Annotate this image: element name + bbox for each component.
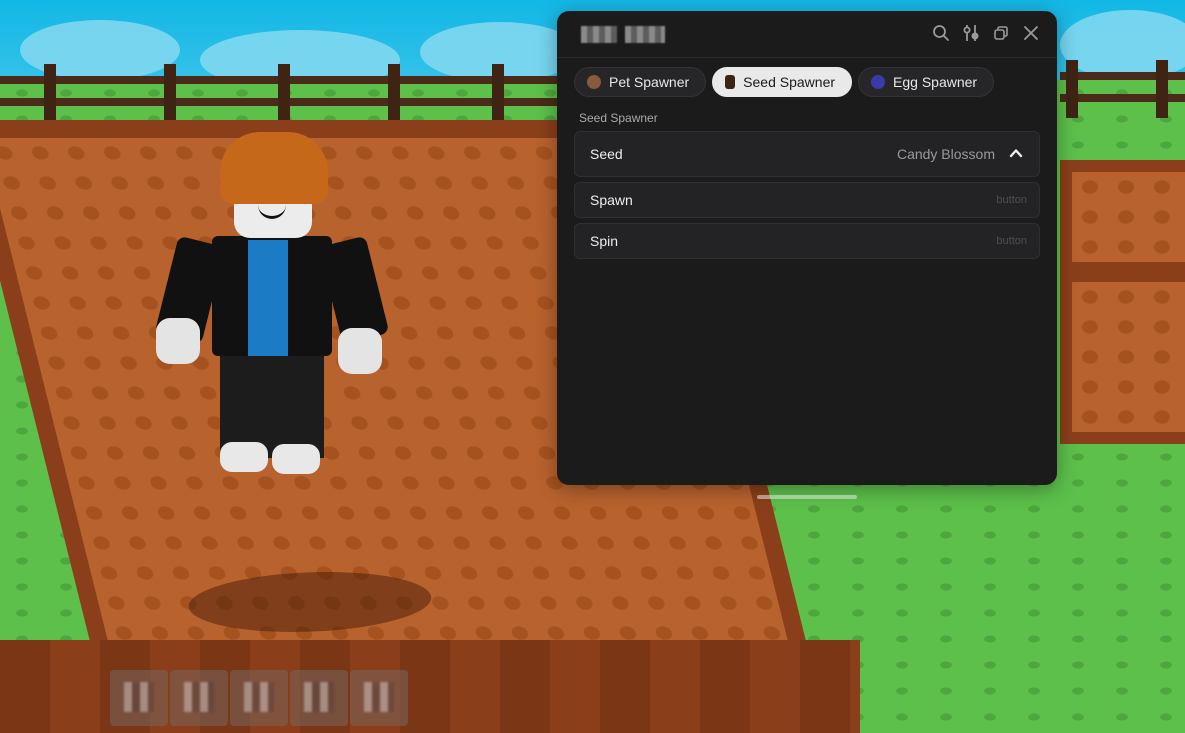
restore-window-icon[interactable]	[991, 23, 1011, 43]
seed-dropdown[interactable]: Seed Candy Blossom	[574, 131, 1040, 177]
search-icon[interactable]	[931, 23, 951, 43]
panel-header[interactable]	[557, 11, 1057, 58]
garden-plot-right-lower	[1060, 270, 1185, 444]
tab-seed-spawner[interactable]: Seed Spawner	[712, 67, 853, 97]
dropdown-selected-value: Candy Blossom	[896, 146, 995, 162]
seed-icon	[725, 75, 736, 89]
spawner-panel: Pet Spawner Seed Spawner Egg Spawner See…	[557, 11, 1057, 485]
sliders-icon[interactable]	[961, 23, 981, 43]
tab-label: Seed Spawner	[743, 74, 836, 90]
player-avatar	[150, 132, 448, 632]
hotbar-slot[interactable]	[230, 670, 288, 726]
garden-plot-right	[1060, 160, 1185, 274]
spin-button[interactable]: Spin button	[574, 223, 1040, 259]
tab-label: Egg Spawner	[893, 74, 978, 90]
dropdown-label: Seed	[590, 146, 623, 162]
tab-bar: Pet Spawner Seed Spawner Egg Spawner	[574, 67, 995, 97]
button-hint: button	[996, 194, 1027, 206]
hotbar-slot[interactable]	[110, 670, 168, 726]
hotbar-slot[interactable]	[350, 670, 408, 726]
chevron-up-icon	[1009, 146, 1023, 165]
hotbar-slot[interactable]	[290, 670, 348, 726]
hotbar-slot[interactable]	[170, 670, 228, 726]
tab-pet-spawner[interactable]: Pet Spawner	[574, 67, 707, 97]
section-label: Seed Spawner	[579, 111, 658, 125]
pet-icon	[587, 75, 601, 89]
button-hint: button	[996, 235, 1027, 247]
window-title-redacted	[581, 26, 671, 43]
hotbar	[110, 670, 408, 726]
fence-right	[1060, 60, 1185, 122]
panel-drag-handle[interactable]	[757, 495, 857, 499]
spawn-button[interactable]: Spawn button	[574, 182, 1040, 218]
close-icon[interactable]	[1021, 23, 1041, 43]
fence-left	[0, 64, 560, 120]
tab-label: Pet Spawner	[609, 74, 690, 90]
tab-egg-spawner[interactable]: Egg Spawner	[858, 67, 995, 97]
button-label: Spin	[590, 233, 619, 249]
egg-icon	[871, 75, 886, 89]
button-label: Spawn	[590, 192, 633, 208]
